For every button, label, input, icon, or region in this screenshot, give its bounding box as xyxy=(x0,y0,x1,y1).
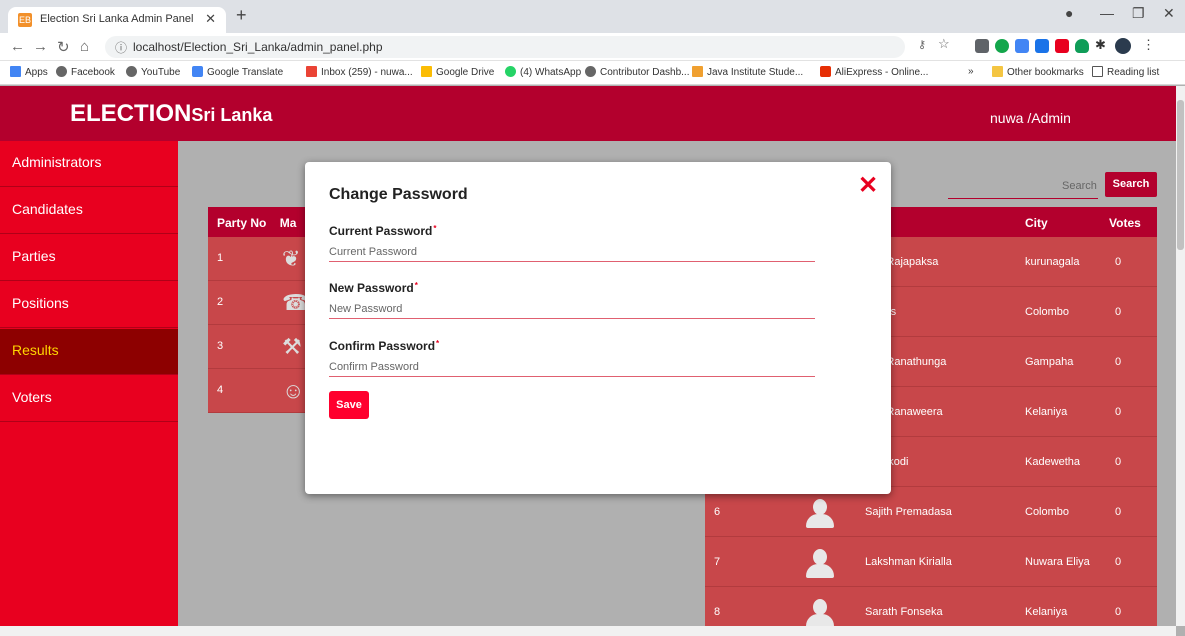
table-row[interactable]: 7 Lakshman Kirialla Nuwara Eliya 0 xyxy=(705,537,1157,587)
save-button[interactable]: Save xyxy=(329,391,369,419)
bookmark-other[interactable]: Other bookmarks xyxy=(992,66,1084,78)
drive-icon xyxy=(421,66,432,77)
table-row[interactable]: 6 Sajith Premadasa Colombo 0 xyxy=(705,487,1157,537)
party-table-header: Party No Ma xyxy=(208,207,305,237)
whatsapp-icon xyxy=(505,66,516,77)
browser-tab[interactable]: EB Election Sri Lanka Admin Panel ✕ xyxy=(8,7,226,33)
avatar[interactable] xyxy=(1115,38,1131,54)
apps-icon xyxy=(10,66,21,77)
java-icon xyxy=(692,66,703,77)
user-avatar-icon xyxy=(805,499,835,529)
search-input[interactable]: Search xyxy=(1062,180,1097,192)
confirm-password-label: Confirm Password* xyxy=(329,339,440,353)
bookmark-gmail[interactable]: Inbox (259) - nuwa... xyxy=(306,66,413,78)
user-avatar-icon xyxy=(805,549,835,579)
reload-icon[interactable]: ↻ xyxy=(57,38,70,56)
pdf-icon[interactable] xyxy=(1055,39,1069,53)
url-text: localhost/Election_Sri_Lanka/admin_panel… xyxy=(133,40,383,54)
sidebar-item-results[interactable]: Results xyxy=(0,329,178,375)
app-header: ELECTIONSri Lanka nuwa /Admin xyxy=(0,86,1185,141)
extension-icon[interactable] xyxy=(1035,39,1049,53)
gmail-icon xyxy=(306,66,317,77)
bookmark-translate[interactable]: Google Translate xyxy=(192,66,283,78)
home-icon[interactable]: ⌂ xyxy=(80,38,89,55)
bookmark-drive[interactable]: Google Drive xyxy=(421,66,494,78)
change-password-modal: Change Password ✕ Current Password* New … xyxy=(305,162,891,494)
reading-list-icon xyxy=(1092,66,1103,77)
browser-tabstrip: EB Election Sri Lanka Admin Panel ✕ + ● … xyxy=(0,0,1185,33)
table-row[interactable]: 4 ☺ xyxy=(208,369,305,413)
close-window-icon[interactable]: ✕ xyxy=(1163,5,1175,22)
grammarly-icon[interactable] xyxy=(995,39,1009,53)
bookmark-java-institute[interactable]: Java Institute Stude... xyxy=(692,66,803,78)
vertical-scrollbar[interactable] xyxy=(1176,86,1185,626)
modal-title: Change Password xyxy=(329,186,468,203)
menu-icon[interactable]: ⋮ xyxy=(1142,37,1156,52)
profile-icon[interactable]: ● xyxy=(1065,5,1073,21)
user-avatar-icon xyxy=(805,599,835,629)
url-field[interactable]: ⓘ localhost/Election_Sri_Lanka/admin_pan… xyxy=(105,36,905,58)
new-tab-icon[interactable]: + xyxy=(236,5,247,26)
forward-icon[interactable]: → xyxy=(33,38,48,55)
horizontal-scrollbar[interactable] xyxy=(0,626,1176,636)
globe-icon xyxy=(585,66,596,77)
required-mark: * xyxy=(433,224,437,233)
sidebar-item-candidates[interactable]: Candidates xyxy=(0,188,178,234)
sidebar-item-administrators[interactable]: Administrators xyxy=(0,141,178,187)
sidebar-item-voters[interactable]: Voters xyxy=(0,376,178,422)
back-icon[interactable]: ← xyxy=(10,38,25,55)
new-password-label: New Password* xyxy=(329,281,418,295)
party-symbol-icon: ❦ xyxy=(282,246,301,271)
close-icon[interactable]: ✕ xyxy=(858,174,878,198)
party-symbol-icon: ☺ xyxy=(282,378,305,403)
search-underline xyxy=(948,198,1098,199)
confirm-password-field[interactable] xyxy=(329,357,815,377)
more-bookmarks[interactable]: » xyxy=(968,66,974,77)
key-icon[interactable]: ⚷ xyxy=(918,38,932,52)
search-button[interactable]: Search xyxy=(1105,172,1157,197)
bookmark-whatsapp[interactable]: (4) WhatsApp xyxy=(505,66,581,78)
tab-title: Election Sri Lanka Admin Panel xyxy=(40,13,194,25)
bookmark-facebook[interactable]: Facebook xyxy=(56,66,115,78)
table-row[interactable]: 2 ☎ xyxy=(208,281,309,325)
sidebar-item-positions[interactable]: Positions xyxy=(0,282,178,328)
info-icon[interactable]: ⓘ xyxy=(115,39,127,56)
minimize-icon[interactable]: — xyxy=(1100,5,1114,21)
bookmark-aliexpress[interactable]: AliExpress - Online... xyxy=(820,66,928,78)
shield-icon[interactable] xyxy=(1075,39,1089,53)
extension-icon[interactable] xyxy=(975,39,989,53)
bookmarks-bar: Apps Facebook YouTube Google Translate I… xyxy=(0,61,1185,85)
reading-list[interactable]: Reading list xyxy=(1092,66,1159,78)
new-password-field[interactable] xyxy=(329,299,815,319)
sidebar: Administrators Candidates Parties Positi… xyxy=(0,141,178,636)
brand-logo[interactable]: ELECTIONSri Lanka xyxy=(70,100,272,128)
required-mark: * xyxy=(414,281,418,290)
party-table: Party No Ma 1 ❦ 2 ☎ 3 ⚒ 4 ☺ xyxy=(208,207,309,413)
bookmark-apps[interactable]: Apps xyxy=(10,66,48,78)
translate-icon xyxy=(192,66,203,77)
table-row[interactable]: 1 ❦ xyxy=(208,237,305,281)
maximize-icon[interactable]: ❐ xyxy=(1132,5,1145,22)
bookmark-youtube[interactable]: YouTube xyxy=(126,66,180,78)
party-symbol-icon: ⚒ xyxy=(282,334,302,359)
puzzle-icon[interactable]: ✱ xyxy=(1095,37,1109,52)
translate-ext-icon[interactable] xyxy=(1015,39,1029,53)
sidebar-item-parties[interactable]: Parties xyxy=(0,235,178,281)
table-row[interactable]: 3 ⚒ xyxy=(208,325,305,369)
close-tab-icon[interactable]: ✕ xyxy=(205,11,216,27)
globe-icon xyxy=(56,66,67,77)
bookmark-contributor[interactable]: Contributor Dashb... xyxy=(585,66,690,78)
current-password-label: Current Password* xyxy=(329,224,437,238)
globe-icon xyxy=(126,66,137,77)
user-menu[interactable]: nuwa /Admin xyxy=(990,110,1071,126)
required-mark: * xyxy=(436,339,440,348)
scrollbar-thumb[interactable] xyxy=(1177,100,1184,250)
star-icon[interactable]: ☆ xyxy=(938,36,952,51)
address-bar: ← → ↻ ⌂ ⓘ localhost/Election_Sri_Lanka/a… xyxy=(0,33,1185,61)
favicon-icon: EB xyxy=(18,13,32,27)
aliexpress-icon xyxy=(820,66,831,77)
current-password-field[interactable] xyxy=(329,242,815,262)
folder-icon xyxy=(992,66,1003,77)
